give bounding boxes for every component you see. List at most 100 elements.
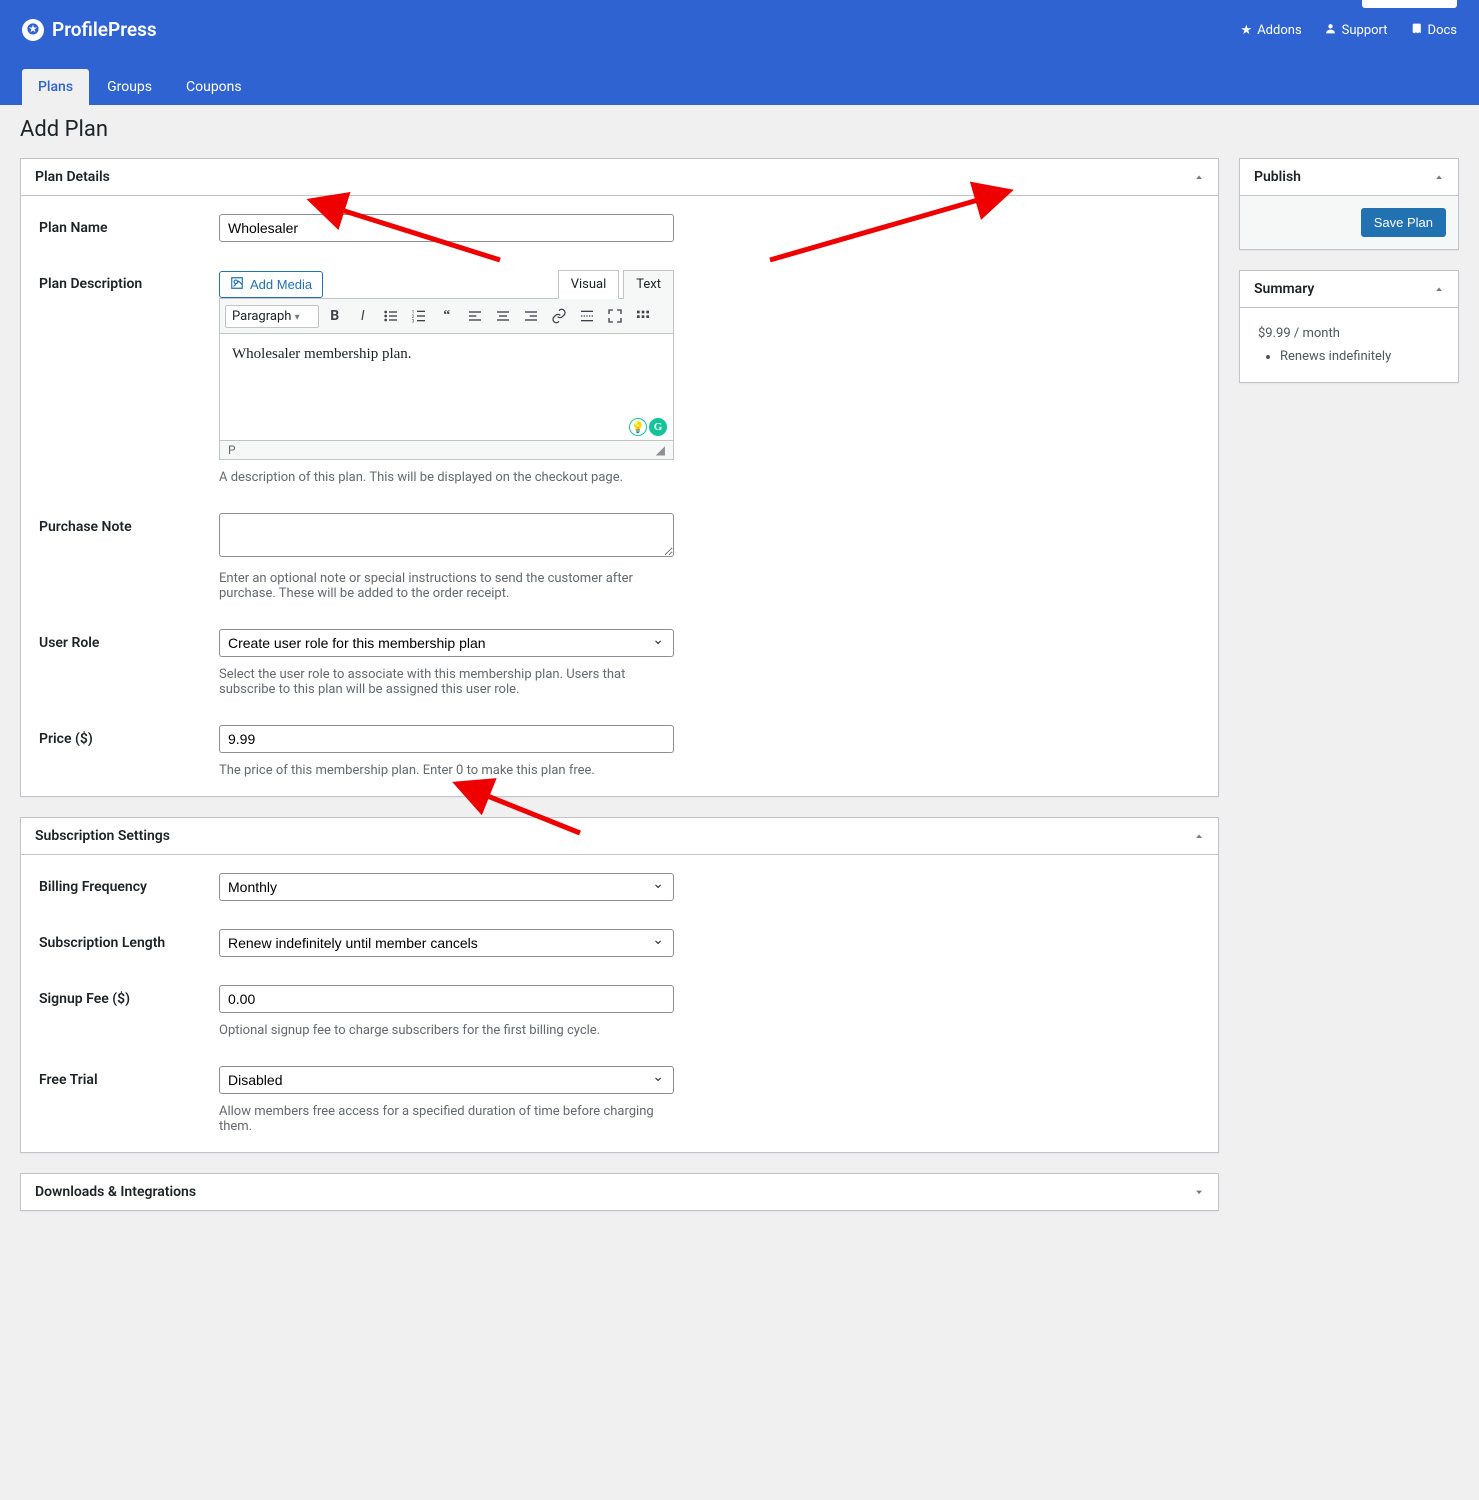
box-header-downloads[interactable]: Downloads & Integrations ▼ (21, 1174, 1218, 1210)
chevron-up-icon: ▲ (1434, 174, 1444, 181)
plan-name-input[interactable] (219, 214, 674, 242)
main-column: Plan Details ▲ Plan Name Plan Descriptio… (20, 158, 1219, 1211)
toolbar-toggle-icon[interactable] (631, 304, 655, 328)
book-icon (1410, 22, 1423, 39)
label-user-role: User Role (39, 629, 219, 651)
role-help: Select the user role to associate with t… (219, 667, 674, 697)
chevron-down-icon: ▼ (1194, 1189, 1204, 1196)
docs-link[interactable]: Docs (1410, 22, 1457, 39)
quote-icon[interactable]: “ (435, 304, 459, 328)
box-header-plan-details[interactable]: Plan Details ▲ (21, 159, 1218, 196)
trial-help: Allow members free access for a specifie… (219, 1104, 674, 1134)
support-label: Support (1342, 23, 1388, 38)
editor-tab-text[interactable]: Text (623, 270, 674, 299)
person-icon (1324, 22, 1337, 39)
italic-icon[interactable]: I (351, 304, 375, 328)
box-body-summary: $9.99 / month Renews indefinitely (1240, 308, 1458, 382)
brand-icon: ✪ (22, 19, 44, 41)
chevron-up-icon: ▲ (1434, 286, 1444, 293)
docs-label: Docs (1428, 23, 1457, 38)
chevron-up-icon: ▲ (1194, 174, 1204, 181)
box-header-subscription[interactable]: Subscription Settings ▲ (21, 818, 1218, 855)
label-free-trial: Free Trial (39, 1066, 219, 1088)
number-list-icon[interactable]: 123 (407, 304, 431, 328)
addons-label: Addons (1257, 23, 1301, 38)
align-right-icon[interactable] (519, 304, 543, 328)
row-subscription-length: Subscription Length Renew indefinitely u… (39, 929, 1200, 957)
topbar-links: ★ Addons Support Docs (1241, 22, 1457, 39)
bold-icon[interactable]: B (323, 304, 347, 328)
add-media-label: Add Media (250, 277, 312, 292)
desc-help: A description of this plan. This will be… (219, 470, 674, 485)
editor-statusbar: P ◢ (220, 440, 673, 459)
layout: Plan Details ▲ Plan Name Plan Descriptio… (20, 158, 1459, 1211)
editor-content[interactable]: Wholesaler membership plan. 💡 G (220, 334, 673, 440)
row-plan-name: Plan Name (39, 214, 1200, 242)
box-title: Downloads & Integrations (35, 1184, 196, 1200)
row-plan-description: Plan Description Add Media (39, 270, 1200, 485)
price-input[interactable] (219, 725, 674, 753)
label-billing-freq: Billing Frequency (39, 873, 219, 895)
row-purchase-note: Purchase Note Enter an optional note or … (39, 513, 1200, 601)
subscription-length-select[interactable]: Renew indefinitely until member cancels (219, 929, 674, 957)
tab-groups[interactable]: Groups (91, 69, 168, 105)
summary-price: $9.99 / month (1258, 326, 1440, 341)
label-signup-fee: Signup Fee ($) (39, 985, 219, 1007)
fee-help: Optional signup fee to charge subscriber… (219, 1023, 674, 1038)
label-subscription-length: Subscription Length (39, 929, 219, 951)
page-title: Add Plan (20, 117, 1459, 142)
topbar-button-placeholder[interactable] (1362, 0, 1457, 8)
align-left-icon[interactable] (463, 304, 487, 328)
link-icon[interactable] (547, 304, 571, 328)
brand-text: ProfilePress (52, 18, 157, 41)
box-header-publish[interactable]: Publish ▲ (1240, 159, 1458, 196)
box-title: Publish (1254, 169, 1301, 185)
grammarly-widget: 💡 G (629, 418, 667, 436)
tab-plans[interactable]: Plans (22, 69, 89, 105)
resize-grip-icon[interactable]: ◢ (656, 443, 665, 457)
format-dropdown[interactable]: Paragraph ▾ (225, 305, 319, 328)
fullscreen-icon[interactable] (603, 304, 627, 328)
box-publish: Publish ▲ Save Plan (1239, 158, 1459, 250)
box-plan-details: Plan Details ▲ Plan Name Plan Descriptio… (20, 158, 1219, 797)
label-plan-desc: Plan Description (39, 270, 219, 292)
row-user-role: User Role Create user role for this memb… (39, 629, 1200, 697)
editor: Paragraph ▾ B I 123 “ (219, 298, 674, 460)
note-help: Enter an optional note or special instru… (219, 571, 674, 601)
align-center-icon[interactable] (491, 304, 515, 328)
free-trial-select[interactable]: Disabled (219, 1066, 674, 1094)
box-title: Plan Details (35, 169, 110, 185)
chevron-up-icon: ▲ (1194, 833, 1204, 840)
nav-tabs: Plans Groups Coupons (22, 69, 1457, 105)
row-billing-freq: Billing Frequency Monthly (39, 873, 1200, 901)
label-purchase-note: Purchase Note (39, 513, 219, 535)
editor-tabs: Visual Text (558, 270, 674, 299)
user-role-select[interactable]: Create user role for this membership pla… (219, 629, 674, 657)
tab-coupons[interactable]: Coupons (170, 69, 258, 105)
box-body-publish: Save Plan (1240, 196, 1458, 249)
editor-tab-visual[interactable]: Visual (558, 270, 620, 299)
grammarly-hint-icon[interactable]: 💡 (629, 418, 647, 436)
svg-text:3: 3 (411, 319, 414, 324)
label-price: Price ($) (39, 725, 219, 747)
add-media-button[interactable]: Add Media (219, 271, 323, 298)
addons-link[interactable]: ★ Addons (1241, 22, 1302, 39)
grammarly-icon[interactable]: G (649, 418, 667, 436)
bullet-list-icon[interactable] (379, 304, 403, 328)
purchase-note-input[interactable] (219, 513, 674, 557)
topbar: ✪ ProfilePress ★ Addons Support Docs Pla… (0, 0, 1479, 105)
row-price: Price ($) The price of this membership p… (39, 725, 1200, 778)
signup-fee-input[interactable] (219, 985, 674, 1013)
editor-toolbar: Paragraph ▾ B I 123 “ (220, 299, 673, 334)
box-downloads: Downloads & Integrations ▼ (20, 1173, 1219, 1211)
billing-freq-select[interactable]: Monthly (219, 873, 674, 901)
editor-path: P (228, 443, 236, 457)
box-summary: Summary ▲ $9.99 / month Renews indefinit… (1239, 270, 1459, 383)
page: Add Plan Plan Details ▲ Plan Name (0, 105, 1479, 1241)
read-more-icon[interactable] (575, 304, 599, 328)
save-plan-button[interactable]: Save Plan (1361, 208, 1446, 237)
box-header-summary[interactable]: Summary ▲ (1240, 271, 1458, 308)
row-free-trial: Free Trial Disabled Allow members free a… (39, 1066, 1200, 1134)
support-link[interactable]: Support (1324, 22, 1388, 39)
price-help: The price of this membership plan. Enter… (219, 763, 674, 778)
